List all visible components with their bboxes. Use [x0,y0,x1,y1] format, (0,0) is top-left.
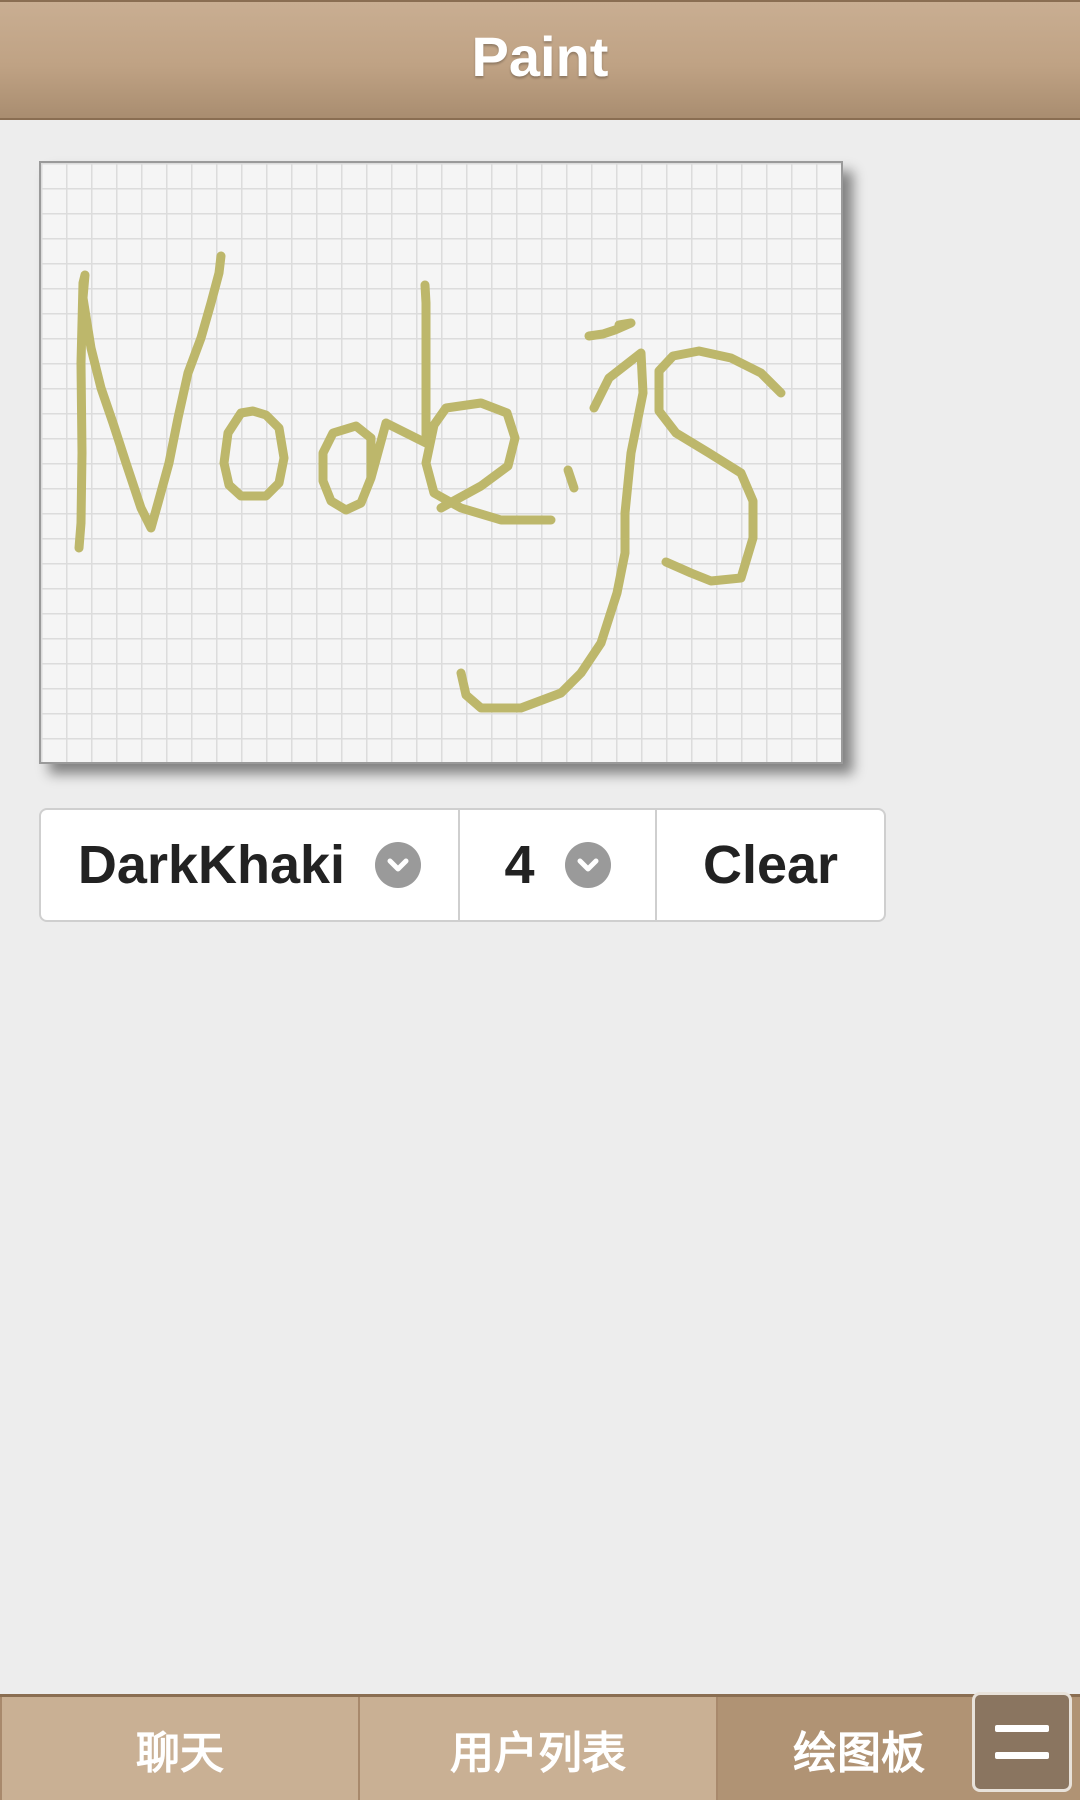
clear-button[interactable]: Clear [657,808,886,922]
menu-icon-bar [995,1752,1049,1759]
bottom-tab-bar: 聊天 用户列表 绘图板 [0,1694,1080,1800]
header-bar: Paint [0,0,1080,120]
stroke-e [421,398,556,525]
chevron-down-icon [375,842,422,888]
chevron-down-icon [564,842,611,888]
stroke-d [318,280,431,515]
tab-user-list[interactable]: 用户列表 [360,1697,718,1800]
tab-drawing-board-label: 绘图板 [793,1727,925,1779]
menu-icon [995,1725,1049,1732]
stroke-s [654,346,786,586]
stroke-j-dash [584,318,636,341]
stroke-n [74,251,226,553]
paint-controls: DarkKhaki 4 Clear [39,808,886,922]
tab-user-list-label: 用户列表 [450,1727,626,1779]
color-select-value: DarkKhaki [77,835,346,895]
size-select[interactable]: 4 [460,808,657,922]
size-select-value: 4 [504,835,535,895]
color-select[interactable]: DarkKhaki [39,808,460,922]
page-title: Paint [471,24,609,88]
menu-button[interactable] [972,1692,1072,1792]
clear-button-label: Clear [702,835,839,895]
drawing-strokes [74,251,786,713]
stroke-o [219,406,289,501]
tab-chat-label: 聊天 [136,1727,224,1779]
drawing-canvas[interactable] [39,161,843,764]
tab-chat[interactable]: 聊天 [0,1697,360,1800]
stroke-dot [563,465,579,493]
